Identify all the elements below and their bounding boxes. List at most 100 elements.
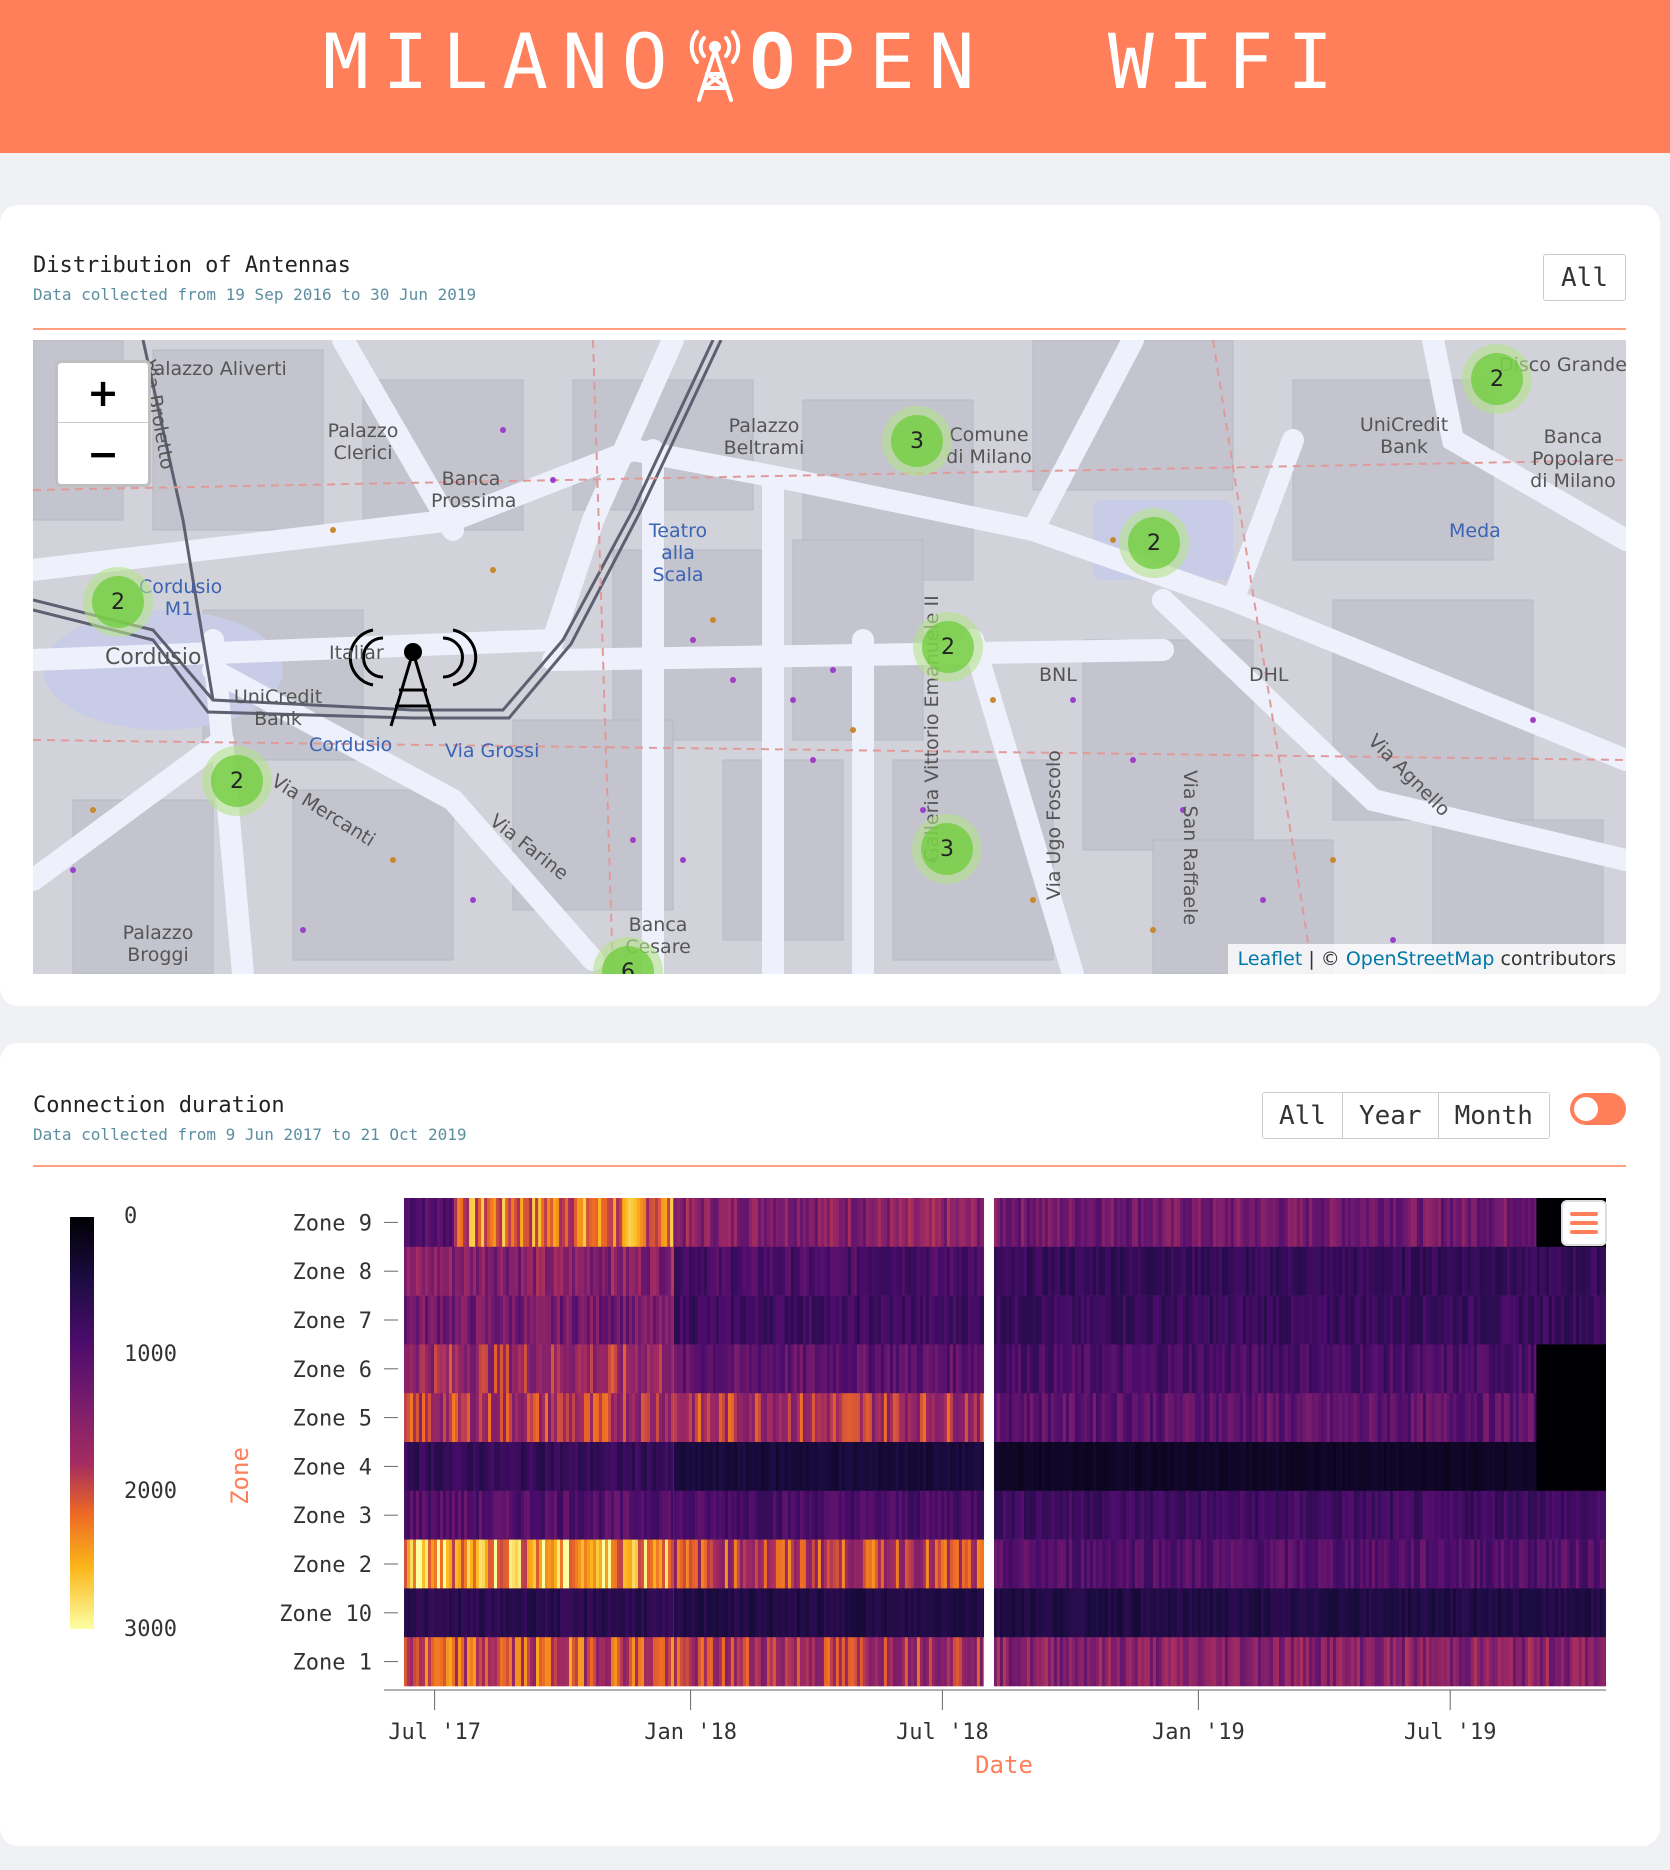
heatmap-cell (1581, 1442, 1585, 1492)
heatmap-cell (461, 1442, 465, 1492)
heatmap-cell (1047, 1539, 1052, 1589)
heatmap-cell (832, 1539, 837, 1589)
heatmap-cell (1446, 1198, 1451, 1248)
marker-cluster[interactable]: 2 (83, 567, 153, 637)
heatmap-cell (563, 1442, 567, 1492)
heatmap-cell (587, 1490, 591, 1540)
heatmap-cell (1425, 1588, 1430, 1638)
marker-cluster[interactable]: 3 (912, 814, 982, 884)
chart-menu-button[interactable] (1561, 1200, 1607, 1246)
heatmap-cell (1140, 1588, 1145, 1638)
heatmap-cell (1479, 1344, 1484, 1394)
heatmap-cell (572, 1344, 576, 1394)
heatmap-cell (697, 1393, 702, 1443)
heatmap-cell (1488, 1198, 1493, 1248)
zoom-in-button[interactable]: + (58, 363, 148, 423)
heatmap-cell (1206, 1344, 1211, 1394)
heatmap-cell (928, 1344, 933, 1394)
heatmap-cell (910, 1490, 915, 1540)
heatmap-cell (1407, 1490, 1412, 1540)
map-label-teatro-alla-scala: Teatro alla Scala (648, 520, 708, 586)
heatmap-cell (862, 1393, 867, 1443)
heatmap-cell (832, 1344, 837, 1394)
heatmap-cell (1431, 1246, 1436, 1296)
heatmap-cell (682, 1539, 687, 1589)
heatmap-cell (623, 1442, 627, 1492)
heatmap-cell (614, 1246, 618, 1296)
heatmap-cell (1305, 1637, 1310, 1687)
zoom-out-button[interactable]: − (58, 424, 148, 484)
marker-cluster[interactable]: 2 (202, 746, 272, 816)
heatmap-cell (793, 1246, 798, 1296)
heatmap-cell (817, 1246, 822, 1296)
heatmap-cell (1476, 1295, 1481, 1345)
heatmap-cell (1005, 1246, 1010, 1296)
heatmap-cell (563, 1539, 567, 1589)
heatmap-cell (671, 1442, 674, 1492)
heatmap-cell (1122, 1588, 1127, 1638)
heatmap-cell (709, 1295, 714, 1345)
heatmap-cell (1206, 1490, 1211, 1540)
heatmap-cell (1431, 1295, 1436, 1345)
heatmap-cell (1113, 1344, 1118, 1394)
heatmap-cell (635, 1295, 639, 1345)
openstreetmap-link[interactable]: OpenStreetMap (1346, 948, 1495, 970)
heatmap-cell (1290, 1344, 1295, 1394)
heatmap-cell (964, 1295, 969, 1345)
marker-cluster[interactable]: 2 (913, 612, 983, 682)
heatmap-cell (1068, 1490, 1073, 1540)
heatmap-cell (955, 1246, 960, 1296)
heatmap-cell (949, 1198, 954, 1248)
heatmap-cell (1191, 1539, 1196, 1589)
marker-cluster[interactable]: 3 (882, 406, 952, 476)
heatmap-cell (1386, 1246, 1391, 1296)
heatmap-cell (1566, 1344, 1570, 1394)
heatmap-cell (967, 1246, 972, 1296)
heatmap-cell (1413, 1295, 1418, 1345)
heatmap-cell (1428, 1588, 1433, 1638)
x-tick-label: Jul '17 (388, 1720, 481, 1745)
heatmap-cell (1569, 1539, 1574, 1589)
heatmap-cell (1560, 1442, 1564, 1492)
heatmap-cell (452, 1588, 456, 1638)
heatmap-cell (1365, 1393, 1370, 1443)
leaflet-link[interactable]: Leaflet (1238, 948, 1303, 970)
antenna-map[interactable]: Palazzo Aliverti Palazzo Clerici Banca P… (33, 340, 1626, 974)
heatmap-cell (688, 1295, 693, 1345)
heatmap-cell (1203, 1344, 1208, 1394)
marker-cluster[interactable]: 2 (1462, 344, 1532, 414)
heatmap-cell (1254, 1198, 1259, 1248)
heatmap-cell (434, 1637, 438, 1687)
heatmap-cell (1350, 1295, 1355, 1345)
heatmap-cell (1542, 1442, 1546, 1492)
heatmap-cell (958, 1198, 963, 1248)
heatmap-cell (1062, 1393, 1067, 1443)
heatmap-cell (859, 1539, 864, 1589)
heatmap-cell (1155, 1490, 1160, 1540)
heatmap-cell (826, 1198, 831, 1248)
heatmap-cell (1029, 1393, 1034, 1443)
heatmap-cell (482, 1393, 486, 1443)
heatmap-cell (473, 1295, 477, 1345)
heatmap-cell (910, 1442, 915, 1492)
heatmap-cell (587, 1442, 591, 1492)
connection-heatmap[interactable]: 0 1000 2000 3000 Zone 9Zone 8Zone 7Zone … (0, 1043, 1660, 1846)
heatmap-cell (1236, 1490, 1241, 1540)
marker-cluster[interactable]: 2 (1119, 508, 1189, 578)
heatmap-cell (1104, 1637, 1109, 1687)
heatmap-cell (1185, 1637, 1190, 1687)
heatmap-cell (841, 1344, 846, 1394)
heatmap-cell (652, 1198, 656, 1248)
heatmap-cell (829, 1539, 834, 1589)
heatmap-cell (913, 1442, 918, 1492)
heatmap-cell (485, 1637, 489, 1687)
heatmap-cell (1053, 1393, 1058, 1443)
heatmap-cell (763, 1344, 768, 1394)
heatmap-cell (1242, 1393, 1247, 1443)
heatmap-cell (1074, 1539, 1079, 1589)
heatmap-cell (644, 1344, 648, 1394)
map-all-button[interactable]: All (1543, 254, 1626, 301)
heatmap-cell (1146, 1344, 1151, 1394)
app-logo[interactable]: MILANO OPEN WIFI (0, 22, 1670, 102)
heatmap-cell (784, 1588, 789, 1638)
